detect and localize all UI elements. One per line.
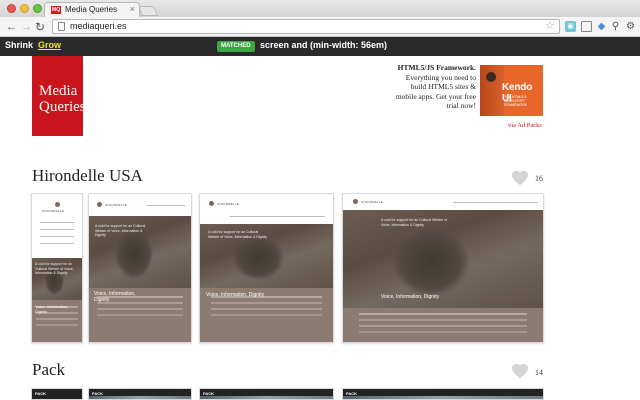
browser-toolbar: ← → ↻ mediaqueri.es ☆ ▣ ◆ ⚲ ⚙ (0, 17, 640, 37)
logo-line-1: Media (39, 83, 78, 99)
section-title[interactable]: Hirondelle USA (32, 166, 143, 186)
minimize-window-button[interactable] (20, 4, 29, 13)
ad-brand-sub: THE HTML5 & JAVASCRIPT FRAMEWORK (504, 95, 528, 107)
thumb-hero-text: A cold for support for an Cultural Wefar… (35, 262, 74, 275)
logo-line-2: Queries (39, 99, 86, 115)
section-title[interactable]: Pack (32, 360, 65, 380)
tab-title: Media Queries (65, 5, 118, 14)
page-extension-icon[interactable] (581, 21, 592, 32)
media-query-bar: Shrink Grow MATCHED screen and (min-widt… (0, 37, 640, 56)
shrink-link[interactable]: Shrink (5, 40, 33, 50)
url-text[interactable]: mediaqueri.es (70, 21, 127, 31)
screenshot-thumbnail[interactable]: PACK (31, 388, 83, 400)
thumb-content (343, 308, 543, 342)
thumb-voice-text: Voice, Information, Dignity (381, 294, 440, 300)
window-titlebar: MQ Media Queries × (0, 0, 640, 17)
media-query-text: screen and (min-width: 56em) (260, 40, 388, 50)
thumb-hero-text: A cold for support for an Cultural Wefar… (208, 230, 268, 239)
thumb-brand: PACK (35, 391, 47, 396)
screenshot-thumbnail[interactable]: HIRONDELLE A cold for support for an Cul… (31, 193, 83, 343)
thumb-logo (97, 202, 102, 207)
forward-arrow-icon[interactable]: → (21, 20, 32, 34)
gear-icon[interactable]: ⚙ (625, 21, 636, 32)
thumb-hero-image (89, 396, 191, 399)
matched-badge: MATCHED (217, 41, 255, 52)
thumb-brand: HIRONDELLE (217, 202, 240, 206)
thumb-logo (353, 199, 358, 204)
ad-headline: HTML5/JS Framework. (397, 63, 476, 72)
browser-tab[interactable]: MQ Media Queries × (44, 2, 140, 17)
screenshot-thumbnail[interactable]: PACK (342, 388, 544, 400)
ad-via-link[interactable]: via Ad Packs (508, 122, 542, 129)
grow-link[interactable]: Grow (38, 40, 61, 50)
thumb-hero-image: A cold for support for an Cultural Wefar… (343, 210, 543, 308)
close-window-button[interactable] (7, 4, 16, 13)
ad-text[interactable]: HTML5/JS Framework. Everything you need … (390, 63, 476, 111)
logo-text: Media Queries (39, 83, 86, 115)
drop-extension-icon[interactable]: ◆ (596, 21, 607, 32)
thumb-voice-text: Voice, Information, Dignity (35, 304, 69, 314)
favicon-icon: MQ (51, 6, 61, 14)
reload-icon[interactable]: ↻ (35, 20, 45, 34)
screenshot-thumbnail[interactable]: HIRONDELLE A cold for support for an Cul… (199, 193, 334, 343)
thumb-logo (55, 202, 60, 207)
ad-image[interactable]: Kendo UI THE HTML5 & JAVASCRIPT FRAMEWOR… (480, 65, 543, 116)
puzzle-extension-icon[interactable]: ▣ (565, 21, 576, 32)
thumb-brand: HIRONDELLE (361, 200, 384, 204)
zoom-window-button[interactable] (33, 4, 42, 13)
thumb-hero-image: A cold for support for an Cultural Wefar… (32, 258, 82, 300)
new-tab-button[interactable] (138, 6, 158, 16)
ad-person-image (480, 65, 504, 116)
back-arrow-icon[interactable]: ← (6, 20, 17, 34)
thumb-hero-image: A cold for support for an Cultural Wefar… (200, 224, 333, 288)
screenshot-thumbnail[interactable]: HIRONDELLE A cold for support for an Cul… (342, 193, 544, 343)
thumb-brand: HIRONDELLE (42, 209, 65, 213)
screenshot-thumbnail[interactable]: PACK (88, 388, 192, 400)
thumb-content: Voice, Information, Dignity (89, 288, 191, 342)
address-bar[interactable]: mediaqueri.es ☆ (52, 19, 560, 34)
thumb-hero-image: A cold for support for an Cultural Wefar… (89, 216, 191, 288)
screenshot-thumbnail[interactable]: HIRONDELLE A cold for support for an Cul… (88, 193, 192, 343)
thumb-logo (209, 201, 214, 206)
page-icon (58, 22, 65, 31)
thumb-voice-text: Voice, Information, Dignity (206, 292, 265, 298)
screenshot-thumbnail[interactable]: PACK (199, 388, 334, 400)
like-count: 16 (535, 174, 543, 183)
heart-icon[interactable] (511, 170, 529, 186)
tab-close-icon[interactable]: × (130, 4, 135, 14)
thumb-hero-text: A cold for support for an Cultural Wefar… (95, 224, 146, 237)
thumb-hero-image (343, 396, 543, 399)
like-count: 14 (535, 368, 543, 377)
thumb-brand: HIRONDELLE (105, 203, 128, 207)
thumb-hero-image (200, 396, 333, 399)
heart-icon[interactable] (511, 363, 529, 379)
ad-body: Everything you need to build HTML5 sites… (395, 72, 476, 111)
thumb-hero-text: A cold for support for an Cultural Wefar… (381, 218, 448, 227)
wrench-icon[interactable]: ⚲ (610, 21, 621, 32)
bookmark-star-icon[interactable]: ☆ (545, 19, 555, 32)
thumb-content: Voice, Information, Dignity (200, 288, 333, 342)
thumb-voice-text: Voice, Information, Dignity (94, 291, 136, 303)
thumb-content: Voice, Information, Dignity (32, 300, 82, 342)
site-logo[interactable]: Media Queries (32, 56, 86, 136)
